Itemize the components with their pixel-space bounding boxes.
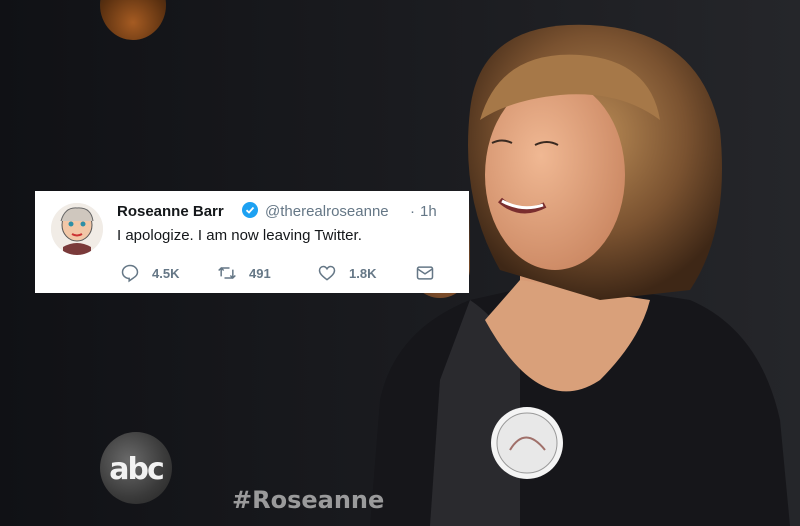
retweet-count: 491 bbox=[249, 265, 271, 281]
heart-icon bbox=[318, 265, 336, 281]
direct-message-button[interactable] bbox=[415, 264, 435, 282]
tweet-text: I apologize. I am now leaving Twitter. bbox=[117, 227, 362, 244]
like-button[interactable]: 1.8K bbox=[317, 264, 376, 282]
retweet-button[interactable]: 491 bbox=[217, 264, 271, 282]
photo-scene: abc #Roseanne Roseanne Barr @therealrose… bbox=[0, 0, 800, 526]
abc-logo-bottom: abc bbox=[100, 432, 172, 504]
roseanne-hashtag: #Roseanne bbox=[232, 486, 385, 514]
reply-icon bbox=[121, 264, 139, 283]
abc-logo-text: abc bbox=[109, 452, 165, 487]
reply-count: 4.5K bbox=[152, 265, 180, 281]
tweet-card: Roseanne Barr @therealroseanne · 1h I ap… bbox=[35, 191, 469, 293]
verified-badge-icon bbox=[242, 202, 258, 218]
avatar-illustration bbox=[51, 203, 103, 255]
tweet-timestamp[interactable]: 1h bbox=[420, 203, 437, 220]
tweet-author-handle[interactable]: @therealroseanne bbox=[265, 203, 389, 220]
envelope-icon bbox=[416, 266, 434, 280]
reply-button[interactable]: 4.5K bbox=[120, 264, 180, 283]
separator-dot: · bbox=[410, 203, 415, 220]
tweet-author-name[interactable]: Roseanne Barr bbox=[117, 203, 224, 220]
avatar[interactable] bbox=[51, 203, 103, 255]
retweet-icon bbox=[218, 266, 236, 280]
like-count: 1.8K bbox=[349, 265, 377, 281]
